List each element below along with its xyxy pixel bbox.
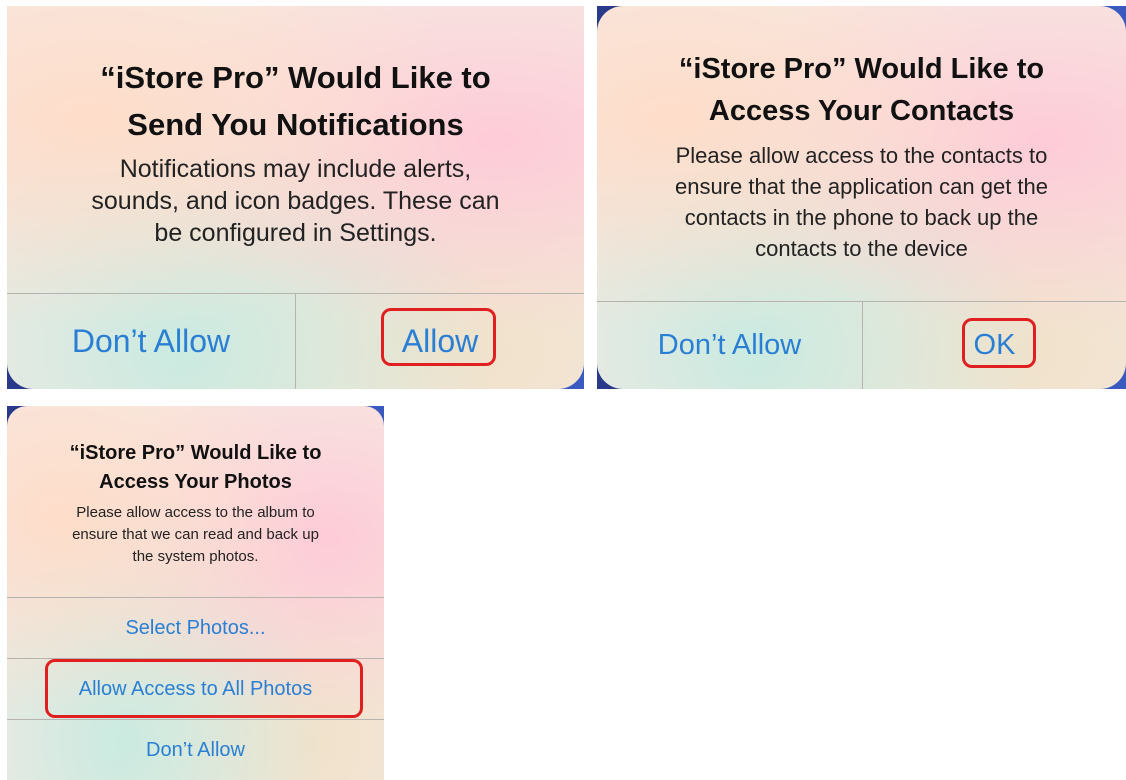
- allow-button[interactable]: Allow: [296, 294, 584, 389]
- alert-message-line: the system photos.: [132, 548, 259, 565]
- alert-message-line: ensure that we can read and back up: [72, 526, 319, 543]
- dont-allow-button[interactable]: Don’t Allow: [7, 294, 295, 389]
- ok-button[interactable]: OK: [863, 302, 1126, 389]
- alert-title: “iStore Pro” Would Like to Access Your C…: [597, 48, 1126, 132]
- notifications-alert: “iStore Pro” Would Like to Send You Noti…: [7, 6, 584, 389]
- allow-all-photos-button[interactable]: Allow Access to All Photos: [7, 659, 384, 719]
- photos-alert: “iStore Pro” Would Like to Access Your P…: [7, 406, 384, 780]
- alert-title-line: “iStore Pro” Would Like to: [678, 53, 1045, 85]
- contacts-alert: “iStore Pro” Would Like to Access Your C…: [597, 6, 1126, 389]
- alert-message-line: sounds, and icon badges. These can: [91, 187, 500, 215]
- select-photos-button[interactable]: Select Photos...: [7, 598, 384, 658]
- photos-panel: “iStore Pro” Would Like to Access Your P…: [7, 406, 384, 780]
- dont-allow-button[interactable]: Don’t Allow: [7, 720, 384, 780]
- notifications-panel: “iStore Pro” Would Like to Send You Noti…: [7, 6, 584, 389]
- alert-message: Notifications may include alerts, sounds…: [7, 153, 584, 249]
- alert-title-line: Send You Notifications: [127, 107, 464, 142]
- contacts-panel: “iStore Pro” Would Like to Access Your C…: [597, 6, 1126, 389]
- alert-message-line: be configured in Settings.: [154, 219, 437, 247]
- alert-title-line: Access Your Contacts: [708, 95, 1015, 127]
- alert-title-line: Access Your Photos: [99, 471, 292, 493]
- alert-message: Please allow access to the album to ensu…: [7, 502, 384, 568]
- alert-title-line: “iStore Pro” Would Like to: [69, 442, 322, 464]
- alert-message-line: Please allow access to the contacts to: [675, 143, 1048, 168]
- alert-title: “iStore Pro” Would Like to Send You Noti…: [7, 54, 584, 148]
- alert-message-line: contacts in the phone to back up the: [684, 205, 1039, 230]
- alert-message: Please allow access to the contacts to e…: [597, 140, 1126, 264]
- alert-title: “iStore Pro” Would Like to Access Your P…: [7, 439, 384, 497]
- alert-message-line: contacts to the device: [755, 236, 968, 261]
- alert-title-line: “iStore Pro” Would Like to: [100, 60, 491, 95]
- alert-message-line: Notifications may include alerts,: [119, 155, 472, 183]
- alert-message-line: Please allow access to the album to: [76, 504, 315, 521]
- alert-message-line: ensure that the application can get the: [674, 174, 1049, 199]
- dont-allow-button[interactable]: Don’t Allow: [597, 302, 862, 389]
